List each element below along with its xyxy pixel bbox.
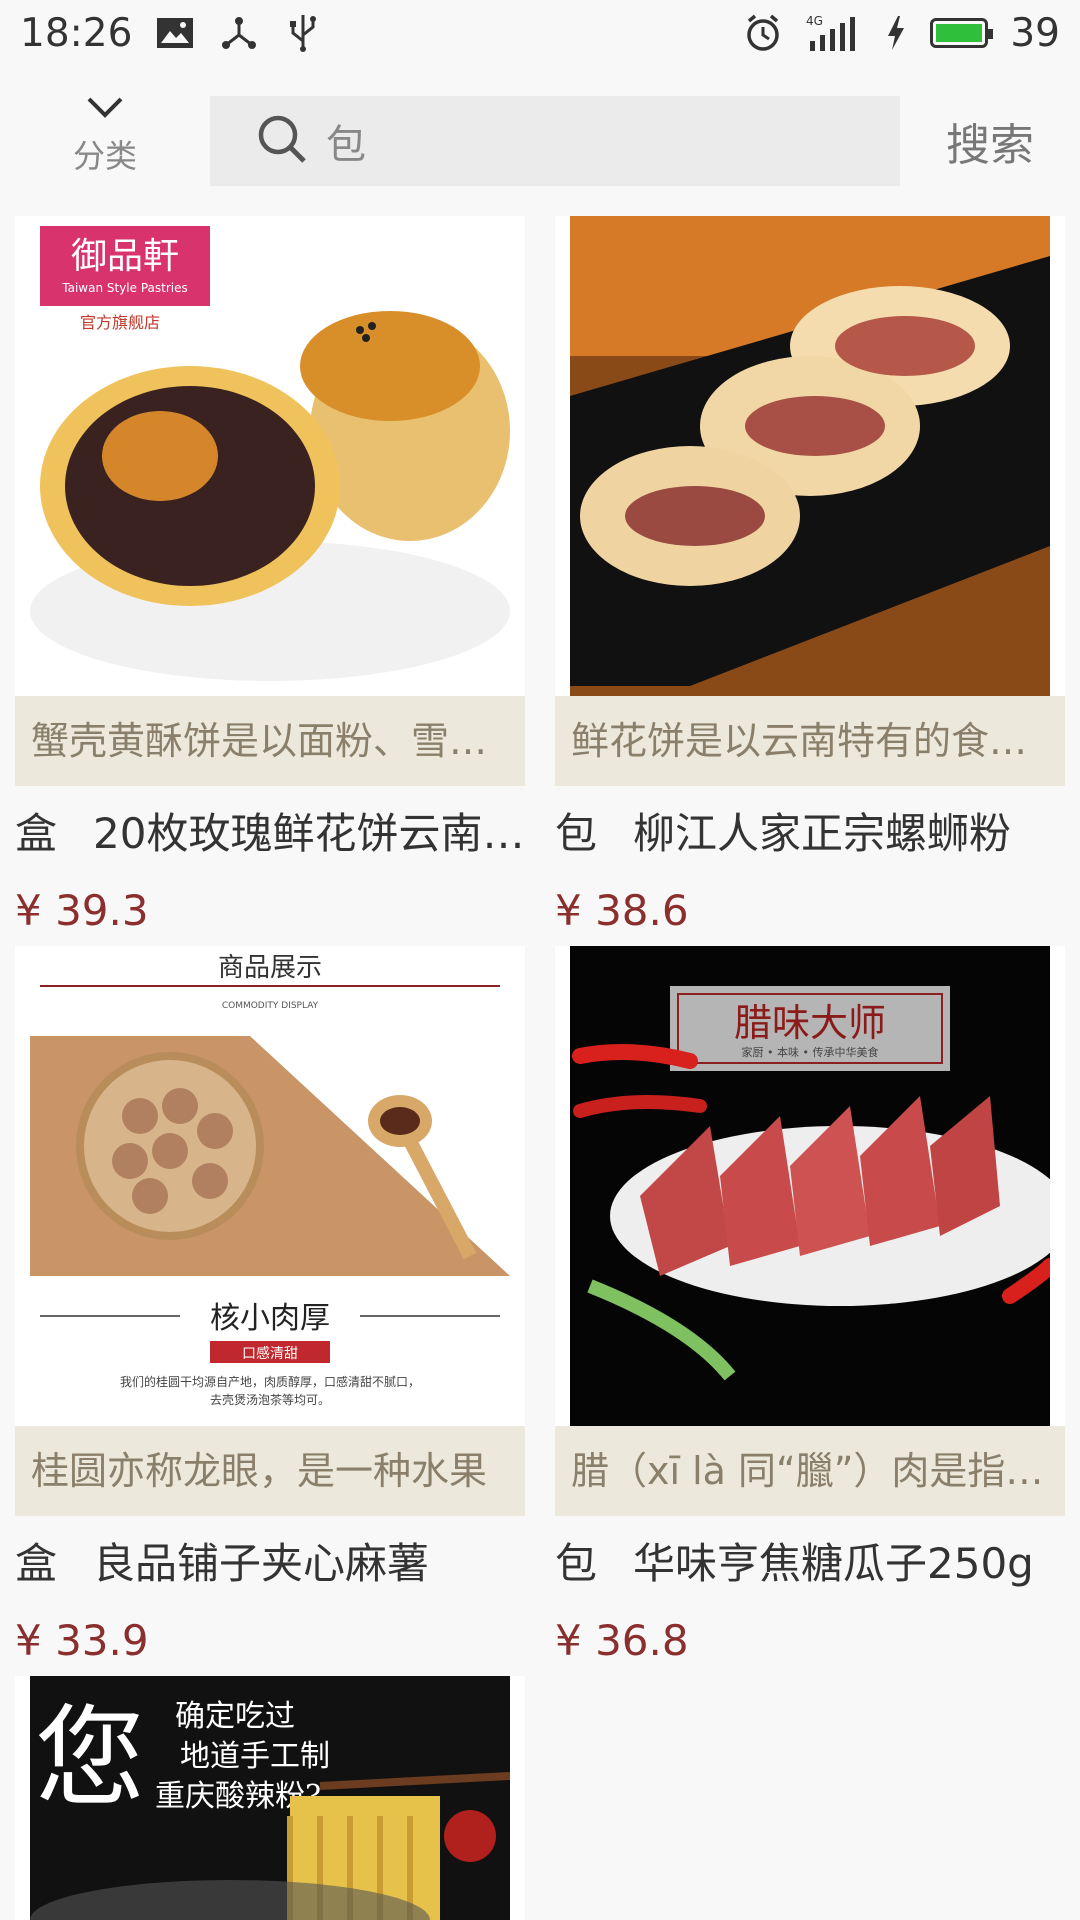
svg-text:家厨 • 本味 • 传承中华美食: 家厨 • 本味 • 传承中华美食	[742, 1045, 879, 1059]
svg-text:您: 您	[35, 1694, 145, 1822]
network-type-text: 4G	[806, 14, 823, 28]
svg-text:官方旗舰店: 官方旗舰店	[80, 313, 160, 332]
svg-text:确定吃过: 确定吃过	[175, 1699, 295, 1734]
product-card[interactable]: 腊味大师 家厨 • 本味 • 传承中华美食 腊（xī là 同“臘”）肉是指经过…	[555, 946, 1065, 1665]
product-unit: 包	[555, 1539, 598, 1588]
product-image[interactable]: 腊味大师 家厨 • 本味 • 传承中华美食	[555, 946, 1065, 1426]
svg-text:核小肉厚: 核小肉厚	[210, 1301, 330, 1336]
battery-level: 39	[1010, 10, 1060, 56]
search-input[interactable]	[326, 118, 886, 164]
category-label: 分类	[72, 137, 137, 175]
status-left: 18:26	[20, 11, 324, 56]
status-time: 18:26	[20, 10, 133, 56]
product-price: ¥ 38.6	[555, 886, 689, 935]
product-card[interactable]: 御品軒 Taiwan Style Pastries 官方旗舰店 蟹壳黄酥饼是以面…	[15, 216, 525, 935]
search-icon	[256, 113, 308, 169]
svg-text:地道手工制: 地道手工制	[180, 1739, 330, 1774]
product-description: 腊（xī là 同“臘”）肉是指经过腌制后再经过烘烤	[555, 1426, 1065, 1516]
svg-text:COMMODITY DISPLAY: COMMODITY DISPLAY	[222, 1001, 319, 1011]
svg-text:我们的桂圆干均源自产地，肉质醇厚，口感清甜不腻口，: 我们的桂圆干均源自产地，肉质醇厚，口感清甜不腻口，	[120, 1374, 420, 1389]
product-description: 桂圆亦称龙眼，是一种水果	[15, 1426, 525, 1516]
product-unit: 盒	[15, 1539, 58, 1588]
category-button[interactable]: 分类	[0, 66, 210, 206]
product-description: 蟹壳黄酥饼是以面粉、雪菜、猪板油等为原料	[15, 696, 525, 786]
product-name: 柳江人家正宗螺蛳粉	[633, 809, 1012, 858]
svg-text:口感清甜: 口感清甜	[242, 1345, 298, 1362]
signal-icon: 4G	[806, 12, 862, 54]
product-card[interactable]: 您 确定吃过 地道手工制 重庆酸辣粉?	[15, 1676, 525, 1920]
product-image[interactable]: 御品軒 Taiwan Style Pastries 官方旗舰店	[15, 216, 525, 696]
svg-text:Taiwan Style Pastries: Taiwan Style Pastries	[61, 281, 187, 295]
svg-text:商品展示: 商品展示	[218, 953, 322, 983]
product-name: 20枚玫瑰鲜花饼云南特产	[93, 809, 525, 858]
product-price: ¥ 33.9	[15, 1616, 149, 1665]
product-image[interactable]: 商品展示 COMMODITY DISPLAY 核小肉厚 口感清甜 我们的桂圆干均…	[15, 946, 525, 1426]
brand-logo-text: 御品軒	[71, 236, 179, 277]
product-unit: 盒	[15, 809, 58, 858]
battery-icon	[930, 18, 994, 48]
charging-icon	[884, 12, 908, 54]
product-card[interactable]: 鲜花饼是以云南特有的食用玫瑰花入料 包柳江人家正宗螺蛳粉 ¥ 38.6	[555, 216, 1065, 935]
gallery-icon	[154, 12, 196, 54]
search-box[interactable]	[210, 96, 900, 186]
alarm-clock-icon	[742, 12, 784, 54]
svg-text:去壳煲汤泡茶等均可。: 去壳煲汤泡茶等均可。	[210, 1392, 330, 1407]
product-title: 包柳江人家正宗螺蛳粉	[555, 804, 1065, 864]
product-title: 包华味亨焦糖瓜子250g	[555, 1534, 1065, 1594]
product-name: 华味亨焦糖瓜子250g	[633, 1539, 1034, 1588]
product-unit: 包	[555, 809, 598, 858]
chevron-down-icon	[85, 95, 125, 125]
product-title: 盒 20枚玫瑰鲜花饼云南特产	[15, 804, 525, 864]
product-title: 盒良品铺子夹心麻薯	[15, 1534, 525, 1594]
product-name: 良品铺子夹心麻薯	[93, 1539, 430, 1588]
product-card[interactable]: 商品展示 COMMODITY DISPLAY 核小肉厚 口感清甜 我们的桂圆干均…	[15, 946, 525, 1665]
product-description: 鲜花饼是以云南特有的食用玫瑰花入料	[555, 696, 1065, 786]
status-right: 4G 39	[742, 11, 1060, 56]
status-bar: 18:26 4G 39	[0, 0, 1080, 66]
product-price: ¥ 36.8	[555, 1616, 689, 1665]
product-image[interactable]: 您 确定吃过 地道手工制 重庆酸辣粉?	[15, 1676, 525, 1920]
search-header: 分类 搜索	[0, 66, 1080, 206]
product-image[interactable]	[555, 216, 1065, 696]
svg-text:腊味大师: 腊味大师	[734, 1001, 886, 1045]
search-button[interactable]: 搜索	[900, 96, 1080, 186]
usb-icon	[282, 12, 324, 54]
share-network-icon	[218, 12, 260, 54]
product-price: ¥ 39.3	[15, 886, 149, 935]
